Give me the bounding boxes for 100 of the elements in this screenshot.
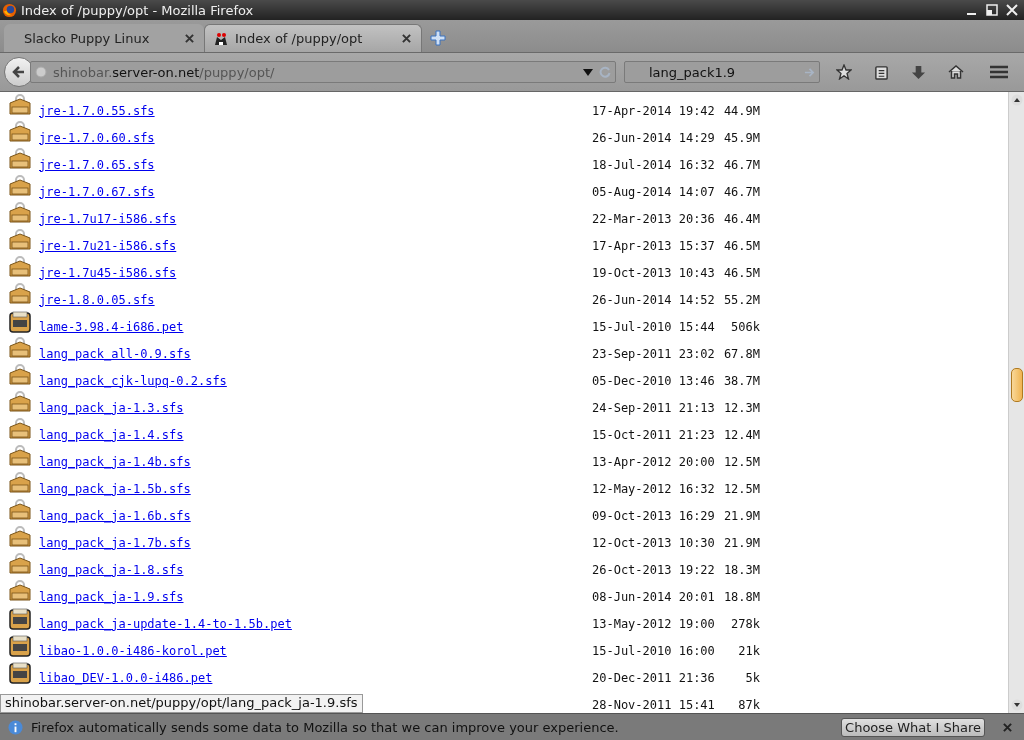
search-field[interactable]: lang_pack1.9: [624, 61, 820, 83]
modified-date: 28-Nov-2011 15:41: [592, 696, 716, 712]
package-lock-icon: [8, 526, 32, 550]
window-title: Index of /puppy/opt - Mozilla Firefox: [21, 2, 254, 18]
file-size: 506k: [730, 318, 760, 334]
file-link[interactable]: jre-1.7u45-i586.sfs: [39, 265, 177, 280]
modified-date: 23-Sep-2011 23:02: [592, 345, 716, 361]
file-link[interactable]: jre-1.7.0.65.sfs: [39, 157, 155, 172]
modified-date: 05-Dec-2010 13:46: [592, 372, 716, 388]
scroll-down-icon[interactable]: [1010, 699, 1023, 711]
browser-tab[interactable]: Index of /puppy/opt: [204, 24, 422, 52]
notification-message: Firefox automatically sends some data to Mozilla so that we can improve your experience.: [31, 719, 619, 735]
file-link[interactable]: lang_pack_ja-1.5b.sfs: [39, 481, 191, 496]
file-link[interactable]: lang_pack_ja-1.8.sfs: [39, 562, 184, 577]
file-link[interactable]: jre-1.7u21-i586.sfs: [39, 238, 177, 253]
package-lock-icon: [8, 553, 32, 577]
file-size: 46.7M: [722, 183, 760, 199]
file-size: 12.4M: [722, 426, 760, 442]
file-link[interactable]: libao_DEV-1.0.0-i486.pet: [39, 670, 213, 685]
modified-date: 09-Oct-2013 16:29: [592, 507, 716, 523]
package-lock-icon: [8, 229, 32, 253]
menu-icon[interactable]: [990, 65, 1008, 79]
file-size: 18.8M: [722, 588, 760, 604]
file-size: 278k: [730, 615, 760, 631]
file-link[interactable]: lang_pack_ja-1.6b.sfs: [39, 508, 191, 523]
package-icon: [8, 634, 32, 658]
close-icon[interactable]: [185, 33, 194, 43]
package-lock-icon: [8, 121, 32, 145]
file-size: 38.7M: [722, 372, 760, 388]
file-link[interactable]: lang_pack_ja-1.7b.sfs: [39, 535, 191, 550]
file-link[interactable]: lang_pack_all-0.9.sfs: [39, 346, 191, 361]
close-icon[interactable]: [402, 34, 411, 43]
file-size: 12.5M: [722, 480, 760, 496]
package-icon: [8, 607, 32, 631]
home-icon[interactable]: [948, 64, 964, 80]
puppy-icon: [213, 30, 229, 47]
modified-date: 26-Jun-2014 14:29: [592, 129, 716, 145]
file-link[interactable]: jre-1.8.0.05.sfs: [39, 292, 155, 307]
file-size: 67.8M: [722, 345, 760, 361]
modified-date: 13-May-2012 19:00: [592, 615, 716, 631]
modified-date: 13-Apr-2012 20:00: [592, 453, 716, 469]
scrollbar-thumb[interactable]: [1011, 368, 1023, 402]
file-link[interactable]: jre-1.7.0.60.sfs: [39, 130, 155, 145]
package-lock-icon: [8, 175, 32, 199]
modified-date: 17-Apr-2013 15:37: [592, 237, 716, 253]
file-size: 5k: [744, 669, 760, 685]
download-icon[interactable]: [911, 64, 926, 80]
restore-icon[interactable]: [986, 4, 998, 16]
file-link[interactable]: jre-1.7u17-i586.sfs: [39, 211, 177, 226]
dropdown-icon[interactable]: [583, 67, 593, 77]
scrollbar[interactable]: [1008, 92, 1024, 713]
package-lock-icon: [8, 580, 32, 604]
package-lock-icon: [8, 94, 32, 118]
back-arrow-icon: [11, 64, 27, 80]
file-link[interactable]: lang_pack_ja-1.3.sfs: [39, 400, 184, 415]
address-field[interactable]: shinobar.server-on.net/puppy/opt/: [30, 61, 616, 83]
file-link[interactable]: lang_pack_ja-1.9.sfs: [39, 589, 184, 604]
modified-date: 12-May-2012 16:32: [592, 480, 716, 496]
file-size: 45.9M: [722, 129, 760, 145]
package-lock-icon: [8, 445, 32, 469]
new-tab-icon[interactable]: [430, 30, 446, 46]
file-size: 18.3M: [722, 561, 760, 577]
file-size: 21k: [737, 642, 760, 658]
package-lock-icon: [8, 256, 32, 280]
star-icon[interactable]: [836, 64, 852, 80]
modified-date: 15-Oct-2011 21:23: [592, 426, 716, 442]
modified-date: 15-Jul-2010 16:00: [592, 642, 716, 658]
file-link[interactable]: lame-3.98.4-i686.pet: [39, 319, 184, 334]
file-link[interactable]: jre-1.7.0.67.sfs: [39, 184, 155, 199]
tab-label: Slacko Puppy Linux: [24, 30, 151, 46]
file-size: 21.9M: [722, 534, 760, 550]
package-lock-icon: [8, 418, 32, 442]
file-size: 46.4M: [722, 210, 760, 226]
package-icon: [8, 310, 32, 334]
package-lock-icon: [8, 283, 32, 307]
search-text: lang_pack1.9: [649, 64, 736, 80]
file-link[interactable]: jre-1.7.0.55.sfs: [39, 103, 155, 118]
info-icon: [8, 719, 23, 735]
modified-date: 26-Jun-2014 14:52: [592, 291, 716, 307]
package-lock-icon: [8, 337, 32, 361]
clipboard-icon[interactable]: [874, 64, 889, 80]
scroll-up-icon[interactable]: [1010, 94, 1023, 106]
file-link[interactable]: lang_pack_ja-update-1.4-to-1.5b.pet: [39, 616, 292, 631]
file-link[interactable]: lang_pack_ja-1.4b.sfs: [39, 454, 191, 469]
file-size: 46.7M: [722, 156, 760, 172]
package-lock-icon: [8, 148, 32, 172]
file-link[interactable]: lang_pack_cjk-lupq-0.2.sfs: [39, 373, 227, 388]
browser-tab[interactable]: Slacko Puppy Linux: [4, 24, 204, 52]
file-link[interactable]: lang_pack_ja-1.4.sfs: [39, 427, 184, 442]
modified-date: 20-Dec-2011 21:36: [592, 669, 716, 685]
file-size: 12.3M: [722, 399, 760, 415]
file-link[interactable]: libao-1.0.0-i486-korol.pet: [39, 643, 227, 658]
modified-date: 15-Jul-2010 15:44: [592, 318, 716, 334]
link-status-tooltip: shinobar.server-on.net/puppy/opt/lang_pack_ja-1.9.sfs: [0, 694, 363, 713]
choose-button[interactable]: Choose What I Share: [841, 717, 985, 737]
package-lock-icon: [8, 499, 32, 523]
url-text: shinobar.server-on.net/puppy/opt/: [53, 64, 275, 80]
file-size: 46.5M: [722, 264, 760, 280]
modified-date: 17-Apr-2014 19:42: [592, 102, 716, 118]
modified-date: 26-Oct-2013 19:22: [592, 561, 716, 577]
